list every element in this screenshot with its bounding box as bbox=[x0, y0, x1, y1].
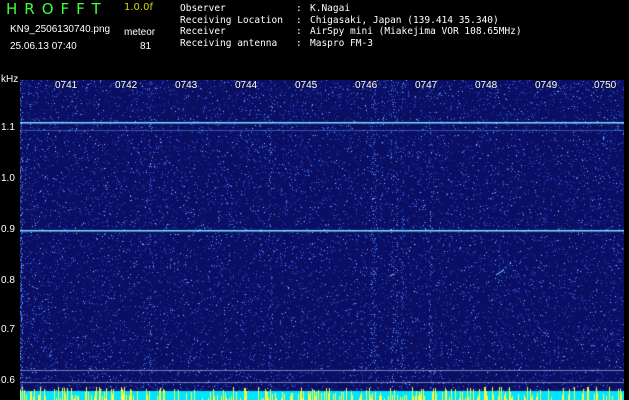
time-tick-label: 0747 bbox=[415, 80, 438, 91]
time-tick-label: 0750 bbox=[594, 80, 617, 91]
file-name: KN9_2506130740.png bbox=[10, 24, 111, 35]
time-tick-label: 0746 bbox=[355, 80, 378, 91]
time-tick-label: 0745 bbox=[295, 80, 318, 91]
y-tick-label: 1.0 bbox=[1, 173, 15, 184]
y-tick-label: 1.1 bbox=[1, 122, 15, 133]
time-tick-label: 0748 bbox=[475, 80, 498, 91]
y-axis-labels: 1.1 1.0 0.9 0.8 0.7 0.6 bbox=[0, 0, 20, 400]
time-tick-label: 0749 bbox=[535, 80, 558, 91]
app-title: HROFFT bbox=[6, 0, 108, 18]
info-separator: : bbox=[296, 37, 302, 49]
info-separator: : bbox=[296, 3, 302, 14]
info-value: AirSpy mini (Miakejima VOR 108.65MHz) bbox=[310, 26, 522, 37]
info-row-receiver: Receiver: AirSpy mini (Miakejima VOR 108.… bbox=[180, 26, 522, 38]
info-value: Maspro FM-3 bbox=[310, 37, 373, 49]
time-tick-label: 0741 bbox=[55, 80, 78, 91]
info-row-observer: Observer: K.Nagai bbox=[180, 3, 522, 15]
meteor-count-label: meteor bbox=[124, 27, 156, 38]
time-tick-label: 0742 bbox=[115, 80, 138, 91]
time-axis-labels: 0741 0742 0743 0744 0745 0746 0747 0748 … bbox=[20, 80, 624, 96]
info-row-antenna: Receiving antenna: Maspro FM-3 bbox=[180, 38, 522, 50]
capture-datetime: 25.06.13 07:40 bbox=[10, 41, 77, 52]
info-value: K.Nagai bbox=[310, 3, 351, 14]
y-tick-label: 0.6 bbox=[1, 375, 15, 386]
y-tick-label: 0.9 bbox=[1, 224, 15, 235]
info-key: Receiving antenna bbox=[180, 37, 278, 49]
spectrogram-canvas bbox=[20, 80, 624, 400]
info-key: Observer bbox=[180, 3, 226, 14]
info-separator: : bbox=[296, 26, 302, 37]
info-key: Receiver bbox=[180, 26, 226, 37]
time-tick-label: 0744 bbox=[235, 80, 258, 91]
app-version: 1.0.0f bbox=[124, 2, 153, 13]
info-value: Chigasaki, Japan (139.414 35.340) bbox=[310, 14, 499, 26]
header-panel: HROFFT 1.0.0f KN9_2506130740.png 25.06.1… bbox=[0, 0, 629, 80]
spectrogram-plot[interactable] bbox=[20, 80, 624, 400]
info-key: Receiving Location bbox=[180, 14, 283, 26]
info-separator: : bbox=[296, 14, 302, 26]
meteor-count-value: 81 bbox=[140, 41, 152, 52]
y-tick-label: 0.8 bbox=[1, 275, 15, 286]
y-tick-label: 0.7 bbox=[1, 324, 15, 335]
station-info-table: Observer: K.Nagai Receiving Location: Chig… bbox=[180, 3, 522, 49]
info-row-location: Receiving Location: Chigasaki, Japan (139… bbox=[180, 15, 522, 27]
time-tick-label: 0743 bbox=[175, 80, 198, 91]
